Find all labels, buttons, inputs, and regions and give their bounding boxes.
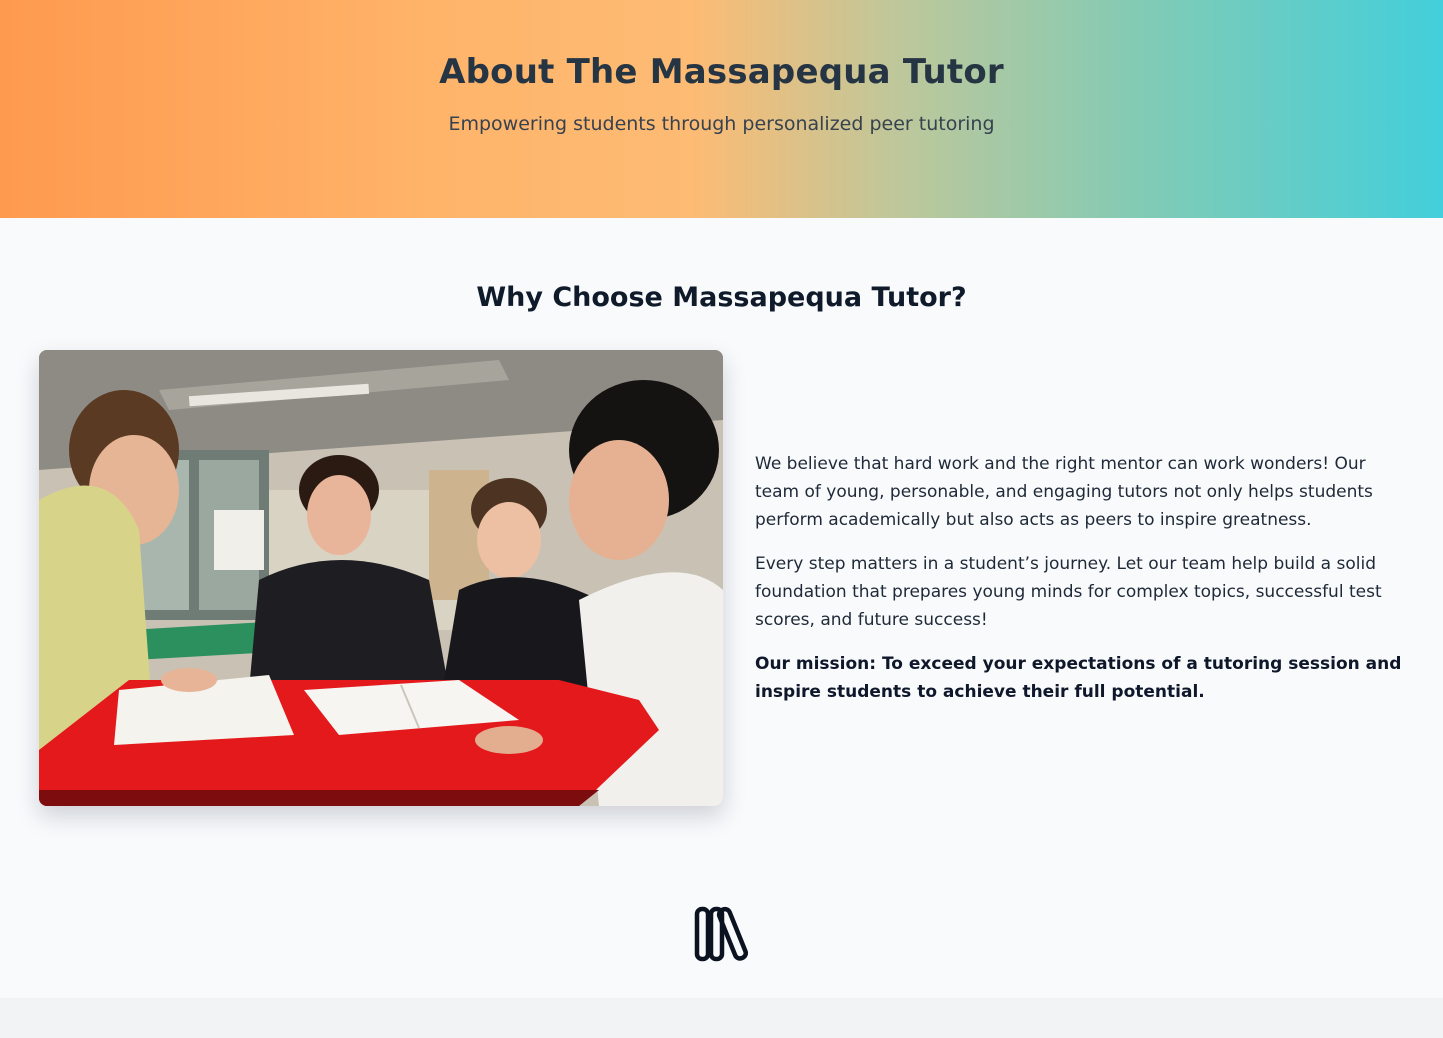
- about-paragraph-2: Every step matters in a student’s journe…: [755, 554, 1382, 630]
- page-subtitle: Empowering students through personalized…: [448, 113, 995, 135]
- students-tutoring-photo: [39, 350, 723, 806]
- footer: [0, 998, 1443, 1038]
- mission-statement: Our mission: To exceed your expectations…: [755, 654, 1402, 702]
- section-heading: Why Choose Massapequa Tutor?: [476, 282, 967, 313]
- books-library-icon: [692, 904, 752, 964]
- hero-banner: About The Massapequa Tutor Empowering st…: [0, 0, 1443, 218]
- about-paragraph-1: We believe that hard work and the right …: [755, 454, 1373, 530]
- page-title: About The Massapequa Tutor: [439, 52, 1004, 92]
- about-text: We believe that hard work and the right …: [755, 450, 1415, 722]
